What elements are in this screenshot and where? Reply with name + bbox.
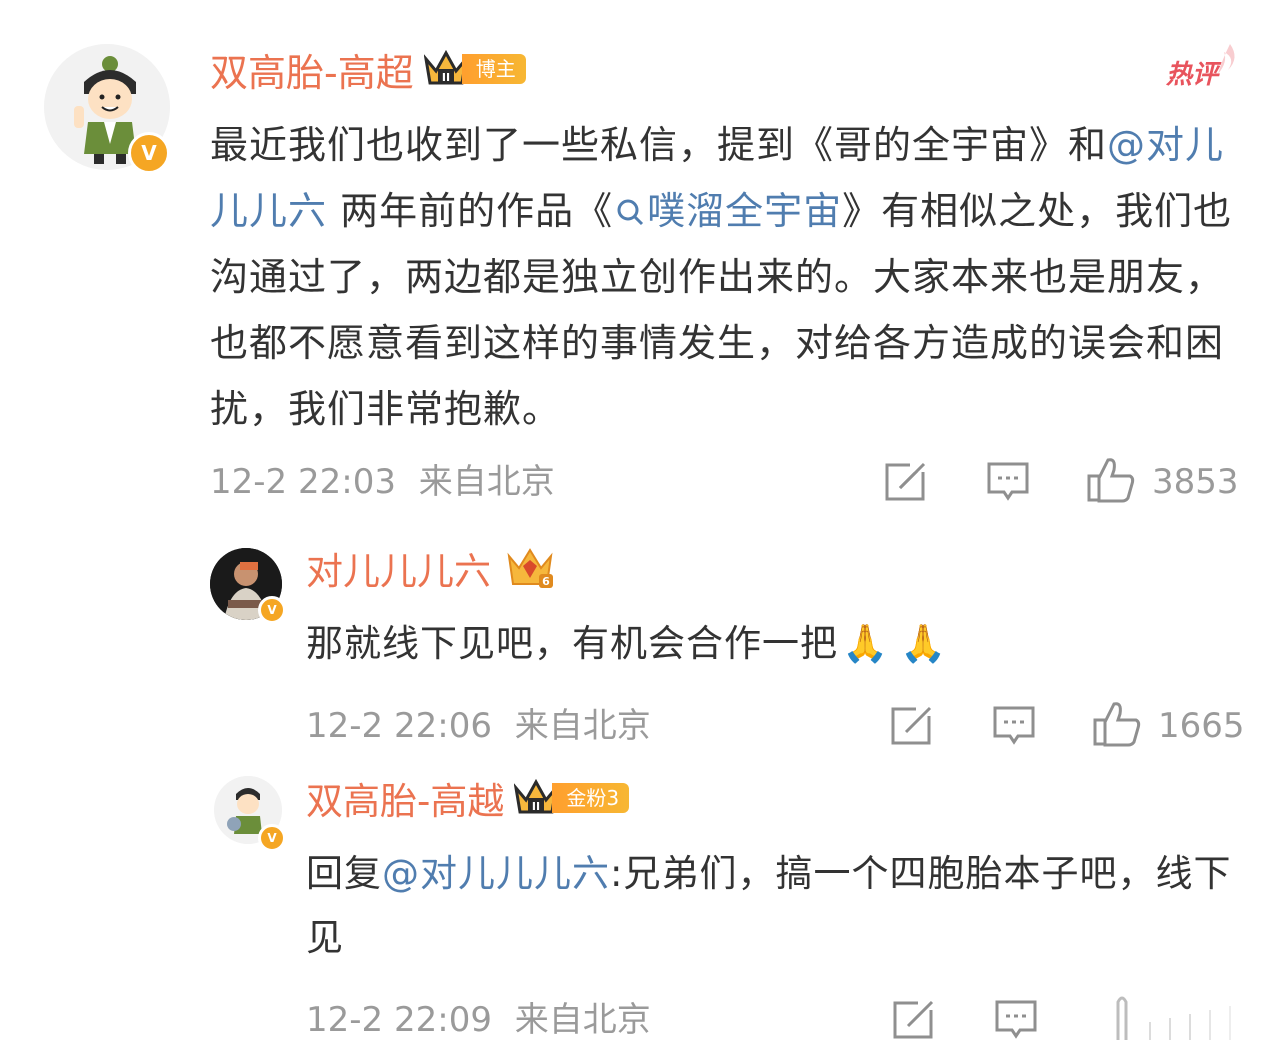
comment-author[interactable]: 对儿儿儿六 [306, 550, 491, 594]
search-icon [617, 199, 644, 226]
comment-location: 来自北京 [514, 706, 651, 746]
like-count: 1665 [1158, 706, 1245, 746]
verified-badge-icon: V [258, 824, 286, 852]
repost-icon[interactable] [884, 460, 930, 502]
level-crown-icon: 6 [507, 548, 553, 588]
comment-icon[interactable] [986, 460, 1030, 504]
like-icon[interactable] [1110, 992, 1260, 1042]
comment-location: 来自北京 [418, 462, 555, 502]
comment-time: 12-2 22:06 [306, 706, 492, 746]
comment-text: 回复@对儿儿儿六:兄弟们，搞一个四胞胎本子吧，线下见 [306, 852, 1232, 959]
repost-icon[interactable] [890, 704, 936, 746]
comment-time: 12-2 22:03 [210, 462, 396, 502]
comment-time: 12-2 22:09 [306, 1000, 492, 1040]
comment-location: 来自北京 [514, 1000, 651, 1040]
pray-emoji: 🙏🙏 [842, 622, 959, 665]
search-topic-link[interactable]: 噗溜全宇宙 [613, 189, 842, 233]
verified-badge-icon: V [258, 596, 286, 624]
comment-text: 最近我们也收到了一些私信，提到《哥的全宇宙》和@对儿儿儿六 两年前的作品《 噗溜全… [210, 123, 1233, 431]
verified-badge-icon: V [128, 132, 170, 174]
member-badge: II 博主 [423, 49, 526, 89]
member-badge: II 金粉3 [514, 778, 630, 818]
mention-link[interactable]: @对儿儿儿六 [382, 852, 610, 895]
badge-label: 博主 [461, 54, 526, 84]
comment-text: 那就线下见吧，有机会合作一把 🙏🙏 [306, 622, 959, 665]
flame-decoration-icon [1218, 44, 1235, 74]
svg-text:6: 6 [542, 575, 550, 588]
svg-text:II: II [442, 71, 450, 84]
badge-label: 金粉3 [552, 783, 630, 813]
repost-icon[interactable] [892, 998, 938, 1040]
like-icon[interactable] [1092, 700, 1142, 748]
comment-author[interactable]: 双高胎-高越 [306, 780, 504, 824]
comment-author[interactable]: 双高胎-高超 [210, 50, 414, 96]
like-count: 3853 [1152, 462, 1239, 502]
comment-icon[interactable] [994, 998, 1038, 1042]
comment-icon[interactable] [992, 704, 1036, 748]
svg-text:II: II [532, 800, 540, 813]
like-icon[interactable] [1086, 456, 1136, 504]
